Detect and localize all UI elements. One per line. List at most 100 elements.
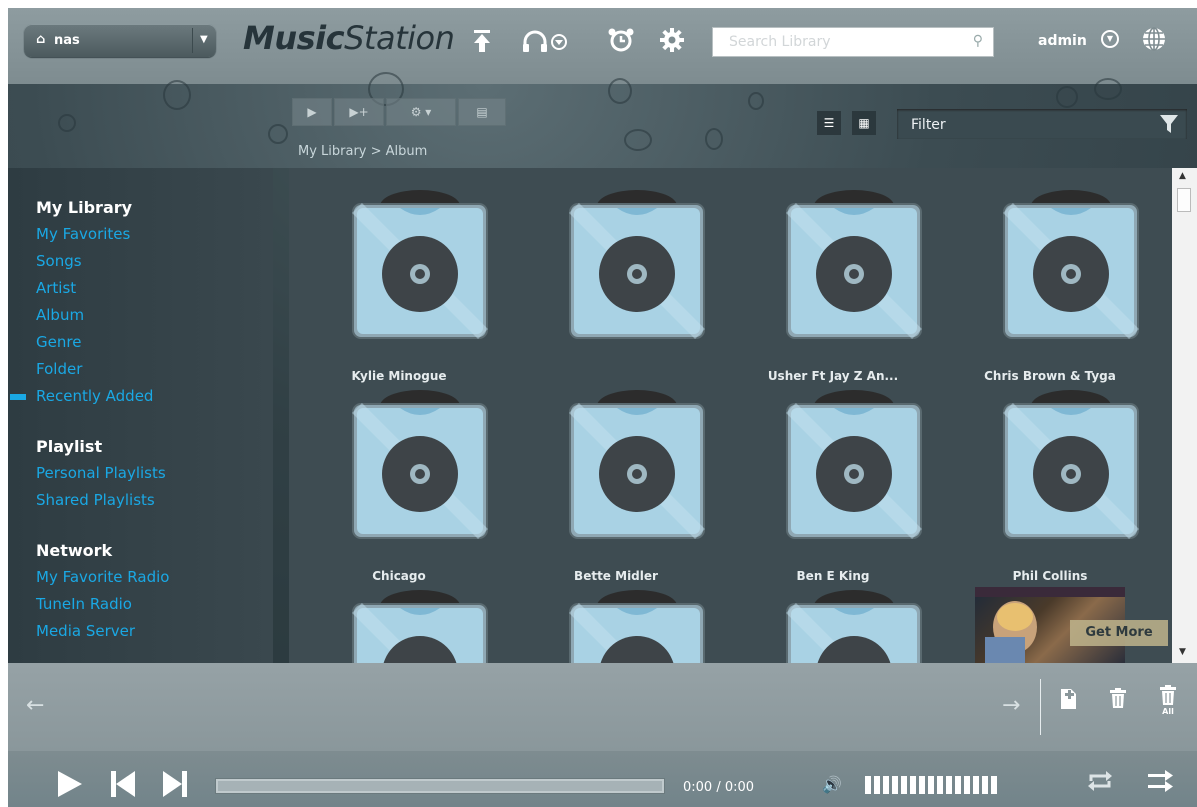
save-playlist-icon[interactable] (1060, 688, 1078, 714)
scroll-down-icon[interactable]: ▼ (1179, 647, 1186, 657)
scrollbar[interactable]: ▲ ▼ (1172, 168, 1197, 663)
sidebar-item-genre[interactable]: Genre (36, 333, 81, 351)
home-icon: ⌂ (36, 32, 46, 47)
gear-icon[interactable] (660, 28, 684, 56)
album-tile[interactable] (743, 590, 923, 663)
trash-all-icon[interactable]: All (1159, 685, 1177, 716)
album-title: Chris Brown & Tyga (984, 369, 1116, 383)
album-tile[interactable]: Chicago (309, 390, 489, 590)
volume-slider[interactable] (865, 776, 997, 794)
divider (192, 28, 193, 53)
shuffle-button[interactable] (1148, 770, 1174, 796)
search-box: ⚲ (712, 27, 994, 57)
upload-icon[interactable] (472, 29, 492, 57)
grid-view-button[interactable]: ▦ (852, 111, 876, 135)
get-more-button[interactable]: Get More (1070, 620, 1168, 646)
add-to-playlist-button[interactable]: ▤ (458, 98, 506, 126)
nas-selector[interactable]: ⌂ nas ▼ (24, 24, 216, 57)
playlist-icon: ▤ (476, 105, 488, 119)
list-view-button[interactable]: ☰ (817, 111, 841, 135)
trash-all-label: All (1162, 707, 1174, 716)
sidebar-item-my-favorites[interactable]: My Favorites (36, 225, 130, 243)
decorative-bubble (1094, 78, 1122, 100)
album-tile[interactable]: Kylie Minogue (309, 190, 489, 390)
sidebar-item-recently-added[interactable]: Recently Added (36, 387, 153, 405)
next-arrow-icon[interactable]: → (1002, 693, 1020, 718)
time-display: 0:00 / 0:00 (683, 780, 755, 795)
skip-forward-button[interactable] (162, 769, 188, 803)
sidebar-item-my-favorite-radio[interactable]: My Favorite Radio (36, 568, 169, 586)
decorative-bubble (608, 78, 632, 104)
chevron-down-icon[interactable]: ▼ (200, 34, 208, 45)
skip-forward-icon (163, 771, 187, 797)
section-network: Network (36, 541, 113, 560)
scroll-thumb[interactable] (1177, 188, 1191, 212)
decorative-bubble (1056, 86, 1078, 108)
globe-icon[interactable] (1141, 26, 1167, 52)
decorative-bubble (748, 92, 764, 110)
settings-dropdown[interactable]: ⚙ ▾ (386, 98, 456, 126)
play-button[interactable] (56, 769, 84, 803)
prev-arrow-icon[interactable]: ← (26, 693, 44, 718)
album-title: Kylie Minogue (351, 369, 447, 383)
top-bar: ⌂ nas ▼ MusicStation ⚲ admin ▼ (8, 8, 1197, 84)
progress-bar[interactable] (215, 778, 665, 794)
shuffle-icon (1148, 770, 1173, 792)
search-input[interactable] (727, 33, 961, 51)
filter-icon[interactable] (1159, 113, 1179, 135)
skip-back-icon (111, 771, 135, 797)
filter-input[interactable] (909, 116, 1143, 134)
sidebar-item-personal-playlists[interactable]: Personal Playlists (36, 464, 166, 482)
decorative-bubble (705, 128, 723, 150)
app-logo: MusicStation (243, 19, 455, 57)
sidebar-item-songs[interactable]: Songs (36, 252, 82, 270)
album-tile[interactable] (309, 590, 489, 663)
album-tile[interactable]: Bette Midler (526, 390, 706, 590)
filter-box (897, 109, 1187, 139)
album-title: Chicago (372, 569, 426, 583)
user-menu-chevron-icon[interactable]: ▼ (1101, 30, 1119, 48)
alarm-icon[interactable] (608, 27, 634, 57)
album-grid: Get More Kylie Minogue Usher Ft Jay Z An.… (289, 168, 1172, 663)
album-tile[interactable] (526, 190, 706, 390)
album-tile[interactable]: Phil Collins (960, 390, 1140, 590)
breadcrumb[interactable]: My Library > Album (298, 144, 427, 159)
album-tile[interactable]: Usher Ft Jay Z An... (743, 190, 923, 390)
play-icon: ▶ (307, 105, 317, 119)
repeat-button[interactable] (1088, 771, 1112, 795)
nas-label: nas (54, 33, 80, 48)
list-view-icon: ☰ (823, 116, 835, 130)
search-icon[interactable]: ⚲ (973, 33, 983, 49)
headphones-icon[interactable] (522, 29, 568, 57)
album-title: Phil Collins (1012, 569, 1088, 583)
album-tile[interactable] (526, 590, 706, 663)
decorative-bubble (163, 80, 191, 110)
sidebar-item-shared-playlists[interactable]: Shared Playlists (36, 491, 155, 509)
repeat-icon (1088, 771, 1112, 791)
sidebar-item-tunein-radio[interactable]: TuneIn Radio (36, 595, 132, 613)
album-tile[interactable]: Ben E King (743, 390, 923, 590)
sidebar-item-media-server[interactable]: Media Server (36, 622, 135, 640)
volume-icon[interactable]: 🔊 (822, 775, 842, 794)
section-my-library: My Library (36, 198, 133, 217)
music-station-app: ⌂ nas ▼ MusicStation ⚲ admin ▼ (8, 8, 1197, 807)
album-title: Bette Midler (574, 569, 658, 583)
playlist-bar: ← → All (8, 663, 1197, 751)
decorative-bubble (268, 124, 288, 144)
scroll-up-icon[interactable]: ▲ (1179, 171, 1186, 181)
album-tile[interactable]: Chris Brown & Tyga (960, 190, 1140, 390)
section-playlist: Playlist (36, 437, 103, 456)
sidebar-item-artist[interactable]: Artist (36, 279, 76, 297)
sidebar-item-album[interactable]: Album (36, 306, 84, 324)
settings-icon: ⚙ ▾ (410, 105, 432, 119)
add-to-queue-icon: ▶+ (349, 105, 369, 119)
add-to-queue-button[interactable]: ▶+ (334, 98, 384, 126)
play-button[interactable]: ▶ (292, 98, 332, 126)
trash-icon[interactable] (1110, 688, 1126, 712)
active-item-marker (10, 394, 26, 400)
skip-back-button[interactable] (110, 769, 136, 803)
sidebar-item-folder[interactable]: Folder (36, 360, 82, 378)
user-name[interactable]: admin (1038, 33, 1087, 49)
decorative-bubble (624, 129, 652, 151)
album-title: Ben E King (796, 569, 870, 583)
